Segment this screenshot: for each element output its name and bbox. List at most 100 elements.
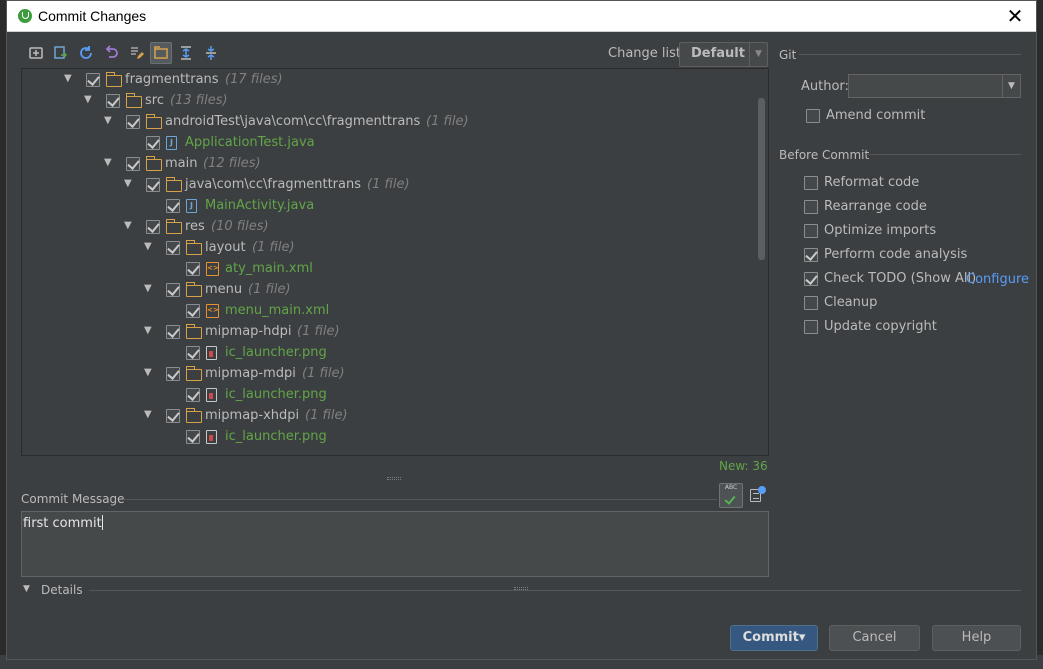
expand-triangle-icon[interactable]: ▼ <box>84 94 94 105</box>
spell-check-button[interactable]: ABC <box>719 483 743 508</box>
git-section-line <box>799 54 1021 55</box>
tree-row[interactable]: ▼ res (10 files) <box>22 218 752 239</box>
group-by-directory-icon[interactable] <box>150 42 172 64</box>
tree-row[interactable]: ▼ main (12 files) <box>22 155 752 176</box>
expand-triangle-icon[interactable]: ▼ <box>144 367 154 378</box>
include-checkbox[interactable] <box>106 94 120 108</box>
include-checkbox[interactable] <box>146 178 160 192</box>
xml-file-icon: <> <box>206 262 219 276</box>
tree-row[interactable]: J ApplicationTest.java <box>22 134 752 155</box>
option-label: Reformat code <box>824 175 920 190</box>
tree-item-label: menu_main.xml <box>225 303 330 318</box>
before-commit-section-line <box>866 154 1021 155</box>
expand-triangle-icon[interactable]: ▼ <box>144 409 154 420</box>
include-checkbox[interactable] <box>186 346 200 360</box>
java-file-icon: J <box>186 199 197 213</box>
expand-triangle-icon[interactable]: ▼ <box>104 115 114 126</box>
tree-item-count: (1 file) <box>252 240 295 255</box>
option-label: Cleanup <box>824 295 878 310</box>
expand-triangle-icon[interactable]: ▼ <box>104 157 114 168</box>
tree-item-count: (1 file) <box>302 366 345 381</box>
commit-message-input[interactable]: first commit <box>21 511 769 577</box>
include-checkbox[interactable] <box>186 430 200 444</box>
checkbox-box <box>804 248 818 262</box>
tree-row[interactable]: <> aty_main.xml <box>22 260 752 281</box>
include-checkbox[interactable] <box>146 220 160 234</box>
tree-row[interactable]: ▼ layout (1 file) <box>22 239 752 260</box>
tree-row[interactable]: ▼ java\com\cc\fragmenttrans (1 file) <box>22 176 752 197</box>
tree-row[interactable]: ▼ fragmenttrans (17 files) <box>22 71 752 92</box>
message-history-button[interactable] <box>747 485 767 505</box>
include-checkbox[interactable] <box>166 409 180 423</box>
text-caret <box>101 515 103 530</box>
folder-icon <box>185 408 202 423</box>
include-checkbox[interactable] <box>126 157 140 171</box>
show-diff-icon[interactable] <box>25 42 47 64</box>
expand-triangle-icon[interactable]: ▼ <box>124 220 134 231</box>
checkbox-box <box>804 176 818 190</box>
include-checkbox[interactable] <box>166 199 180 213</box>
checkbox-box <box>804 272 818 286</box>
include-checkbox[interactable] <box>146 136 160 150</box>
details-splitter-handle[interactable] <box>514 587 528 590</box>
edit-source-icon[interactable] <box>125 42 147 64</box>
include-checkbox[interactable] <box>186 262 200 276</box>
tree-scrollbar[interactable] <box>758 98 765 260</box>
collapse-all-icon[interactable] <box>200 42 222 64</box>
tree-row[interactable]: ▼ androidTest\java\com\cc\fragmenttrans (1… <box>22 113 752 134</box>
tree-row[interactable]: ▼ mipmap-xhdpi (1 file) <box>22 407 752 428</box>
include-checkbox[interactable] <box>186 304 200 318</box>
include-checkbox[interactable] <box>126 115 140 129</box>
expand-triangle-icon[interactable]: ▼ <box>144 325 154 336</box>
tree-item-label: mipmap-hdpi <box>205 324 292 339</box>
include-checkbox[interactable] <box>166 325 180 339</box>
tree-item-label: res <box>185 219 205 234</box>
tree-row[interactable]: <> menu_main.xml <box>22 302 752 323</box>
tree-item-label: ic_launcher.png <box>225 345 327 360</box>
tree-row[interactable]: ▼ menu (1 file) <box>22 281 752 302</box>
include-checkbox[interactable] <box>166 241 180 255</box>
tree-item-label: ic_launcher.png <box>225 387 327 402</box>
tree-item-label: menu <box>205 282 243 297</box>
tree-item-label: ApplicationTest.java <box>185 135 315 150</box>
close-button[interactable]: ✕ <box>1002 4 1028 28</box>
tree-row[interactable]: ic_launcher.png <box>22 344 752 365</box>
help-button[interactable]: Help <box>932 625 1021 651</box>
history-badge-icon <box>758 486 766 494</box>
author-combobox[interactable]: ▼ <box>848 74 1021 98</box>
move-to-changelist-icon[interactable] <box>50 42 72 64</box>
expand-triangle-icon[interactable]: ▼ <box>64 73 74 84</box>
checkbox-box <box>806 109 820 123</box>
expand-triangle-icon[interactable]: ▼ <box>124 178 134 189</box>
include-checkbox[interactable] <box>166 367 180 381</box>
image-file-icon <box>206 388 217 402</box>
expand-all-icon[interactable] <box>175 42 197 64</box>
cancel-button[interactable]: Cancel <box>829 625 920 651</box>
splitter-handle[interactable] <box>387 477 401 480</box>
tree-row[interactable]: ▼ mipmap-mdpi (1 file) <box>22 365 752 386</box>
chevron-down-icon[interactable]: ▼ <box>1002 75 1020 97</box>
change-list-select[interactable]: Default ▼ <box>679 42 768 67</box>
check-icon <box>724 493 736 505</box>
commit-button[interactable]: Commit▾ <box>730 625 818 651</box>
include-checkbox[interactable] <box>186 388 200 402</box>
configure-link[interactable]: Configure <box>966 272 1029 287</box>
tree-row[interactable]: ic_launcher.png <box>22 386 752 407</box>
expand-triangle-icon[interactable]: ▼ <box>144 241 154 252</box>
tree-row[interactable]: ▼ src (13 files) <box>22 92 752 113</box>
tree-row[interactable]: ic_launcher.png <box>22 428 752 449</box>
expand-triangle-icon[interactable]: ▼ <box>144 283 154 294</box>
tree-row[interactable]: J MainActivity.java <box>22 197 752 218</box>
rollback-icon[interactable] <box>100 42 122 64</box>
tree-item-count: (1 file) <box>426 114 469 129</box>
tree-row[interactable]: ▼ mipmap-hdpi (1 file) <box>22 323 752 344</box>
tree-item-label: mipmap-mdpi <box>205 366 296 381</box>
amend-commit-label: Amend commit <box>826 108 926 123</box>
include-checkbox[interactable] <box>86 73 100 87</box>
refresh-icon[interactable] <box>75 42 97 64</box>
tree-item-label: androidTest\java\com\cc\fragmenttrans <box>165 114 421 129</box>
folder-icon <box>125 93 142 108</box>
folder-icon <box>105 72 122 87</box>
new-files-count: New: 36 <box>719 459 768 473</box>
include-checkbox[interactable] <box>166 283 180 297</box>
